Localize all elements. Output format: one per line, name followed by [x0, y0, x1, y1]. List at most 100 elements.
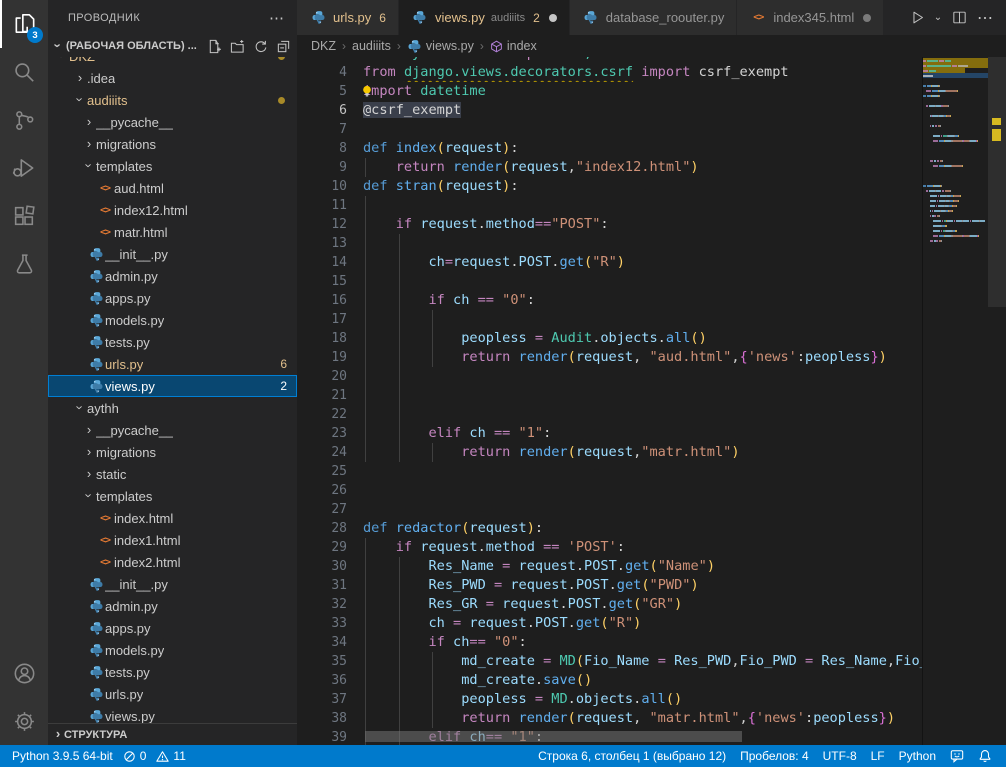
dirty-indicator[interactable]	[863, 14, 871, 22]
tree-item-index2.html[interactable]: <>index2.html	[48, 551, 297, 573]
line-content[interactable]	[363, 405, 922, 424]
code-line-31[interactable]: 31 Res_PWD = request.POST.get("PWD")	[297, 576, 922, 595]
activity-extensions-icon[interactable]	[0, 192, 48, 240]
status-cursor-position[interactable]: Строка 6, столбец 1 (выбрано 12)	[538, 749, 726, 763]
line-content[interactable]: Res_GR = request.POST.get("GR")	[363, 595, 922, 614]
code-line-16[interactable]: 16 if ch == "0":	[297, 291, 922, 310]
status-python-interpreter[interactable]: Python 3.9.5 64-bit	[12, 749, 113, 763]
code-line-34[interactable]: 34 if ch== "0":	[297, 633, 922, 652]
code-line-35[interactable]: 35 md_create = MD(Fio_Name = Res_PWD,Fio…	[297, 652, 922, 671]
code-line-36[interactable]: 36 md_create.save()	[297, 671, 922, 690]
tree-item-.idea[interactable]: ›.idea	[48, 67, 297, 89]
line-content[interactable]: from django.views.decorators.csrf import…	[363, 63, 922, 82]
line-content[interactable]: Res_PWD = request.POST.get("PWD")	[363, 576, 922, 595]
line-content[interactable]: def stran(request):	[363, 177, 922, 196]
breadcrumb-item-views.py[interactable]: views.py	[407, 39, 474, 54]
activity-run-debug-icon[interactable]	[0, 144, 48, 192]
line-content[interactable]	[363, 310, 922, 329]
line-content[interactable]: return render(request, "matr.html",{'new…	[363, 709, 922, 728]
tab-database_roouter.py[interactable]: database_roouter.py	[570, 0, 738, 35]
code-line-22[interactable]: 22	[297, 405, 922, 424]
activity-account-icon[interactable]	[0, 649, 48, 697]
line-content[interactable]: peopless = Audit.objects.all()	[363, 329, 922, 348]
code-line-15[interactable]: 15	[297, 272, 922, 291]
line-content[interactable]: elif ch == "1":	[363, 424, 922, 443]
code-line-7[interactable]: 7	[297, 120, 922, 139]
activity-source-control-icon[interactable]	[0, 96, 48, 144]
activity-settings-gear-icon[interactable]	[0, 697, 48, 745]
tree-item-apps.py[interactable]: apps.py	[48, 287, 297, 309]
code-line-26[interactable]: 26	[297, 481, 922, 500]
code-line-28[interactable]: 28def redactor(request):	[297, 519, 922, 538]
line-content[interactable]: return render(request,"matr.html")	[363, 443, 922, 462]
tree-item-aythh[interactable]: ›aythh	[48, 397, 297, 419]
code-line-9[interactable]: 9 return render(request,"index12.html")	[297, 158, 922, 177]
tree-item-admin.py[interactable]: admin.py	[48, 265, 297, 287]
breadcrumb-item-audiiits[interactable]: audiiits	[352, 39, 391, 53]
horizontal-scrollbar-slider[interactable]	[365, 731, 742, 742]
tree-item-index12.html[interactable]: <>index12.html	[48, 199, 297, 221]
tree-item-static[interactable]: ›static	[48, 463, 297, 485]
code-line-30[interactable]: 30 Res_Name = request.POST.get("Name")	[297, 557, 922, 576]
tree-item-views.py[interactable]: views.py2	[48, 375, 297, 397]
tree-item-views.py[interactable]: views.py	[48, 705, 297, 723]
line-content[interactable]: peopless = MD.objects.all()	[363, 690, 922, 709]
code-line-8[interactable]: 8def index(request):	[297, 139, 922, 158]
status-eol[interactable]: LF	[871, 749, 885, 763]
line-content[interactable]	[363, 500, 922, 519]
lightbulb-icon[interactable]	[363, 84, 374, 101]
status-language-mode[interactable]: Python	[899, 749, 936, 763]
tree-item-audiiits[interactable]: ›audiiits	[48, 89, 297, 111]
code-line-6[interactable]: 6@csrf_exempt	[297, 101, 922, 120]
tree-item-__pycache__[interactable]: ›__pycache__	[48, 111, 297, 133]
refresh-icon[interactable]	[253, 39, 268, 54]
tree-item-__init__.py[interactable]: __init__.py	[48, 243, 297, 265]
tree-item-__init__.py[interactable]: __init__.py	[48, 573, 297, 595]
line-content[interactable]	[363, 196, 922, 215]
feedback-icon[interactable]	[950, 749, 964, 763]
line-content[interactable]: ch=request.POST.get("R")	[363, 253, 922, 272]
line-content[interactable]: def index(request):	[363, 139, 922, 158]
activity-search-icon[interactable]	[0, 48, 48, 96]
code-line-11[interactable]: 11	[297, 196, 922, 215]
line-content[interactable]	[363, 462, 922, 481]
code-line-13[interactable]: 13	[297, 234, 922, 253]
dirty-indicator[interactable]	[549, 14, 557, 22]
vertical-scrollbar[interactable]	[988, 57, 1006, 307]
status-problems[interactable]: 011	[123, 749, 192, 763]
new-folder-icon[interactable]	[230, 39, 245, 54]
code-line-20[interactable]: 20	[297, 367, 922, 386]
bell-icon[interactable]	[978, 749, 992, 763]
line-content[interactable]: import datetime	[363, 82, 922, 101]
views-and-more-actions-icon[interactable]: ⋯	[269, 9, 285, 27]
collapse-all-icon[interactable]	[276, 39, 291, 54]
run-dropdown-icon[interactable]: ⌄	[932, 4, 944, 32]
code-line-23[interactable]: 23 elif ch == "1":	[297, 424, 922, 443]
code-line-37[interactable]: 37 peopless = MD.objects.all()	[297, 690, 922, 709]
code-line-14[interactable]: 14 ch=request.POST.get("R")	[297, 253, 922, 272]
code-line-10[interactable]: 10def stran(request):	[297, 177, 922, 196]
line-content[interactable]: if ch== "0":	[363, 633, 922, 652]
tree-item-matr.html[interactable]: <>matr.html	[48, 221, 297, 243]
tree-item-DKZ[interactable]: ›DKZ	[48, 57, 297, 67]
tab-index345.html[interactable]: <>index345.html	[737, 0, 884, 35]
code-line-29[interactable]: 29 if request.method == 'POST':	[297, 538, 922, 557]
code-line-4[interactable]: 4from django.views.decorators.csrf impor…	[297, 63, 922, 82]
workspace-section-header[interactable]: › (РАБОЧАЯ ОБЛАСТЬ) ...	[48, 35, 297, 57]
status-indentation[interactable]: Пробелов: 4	[740, 749, 809, 763]
tree-item-admin.py[interactable]: admin.py	[48, 595, 297, 617]
line-content[interactable]: if request.method == 'POST':	[363, 538, 922, 557]
breadcrumb-item-DKZ[interactable]: DKZ	[311, 39, 336, 53]
line-content[interactable]	[363, 272, 922, 291]
breadcrumb-item-index[interactable]: index	[490, 39, 537, 53]
split-editor-button[interactable]	[948, 4, 970, 32]
tree-item-migrations[interactable]: ›migrations	[48, 133, 297, 155]
line-content[interactable]	[363, 120, 922, 139]
code-line-25[interactable]: 25	[297, 462, 922, 481]
code-line-27[interactable]: 27	[297, 500, 922, 519]
tree-item-urls.py[interactable]: urls.py	[48, 683, 297, 705]
tree-item-index.html[interactable]: <>index.html	[48, 507, 297, 529]
more-editor-actions-icon[interactable]: ⋯	[974, 4, 996, 32]
code-line-18[interactable]: 18 peopless = Audit.objects.all()	[297, 329, 922, 348]
tree-item-migrations[interactable]: ›migrations	[48, 441, 297, 463]
